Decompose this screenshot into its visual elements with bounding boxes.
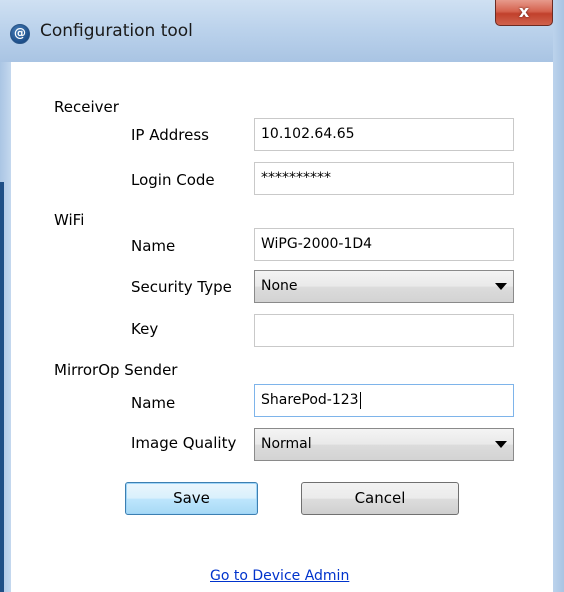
image-quality-value: Normal <box>261 436 312 452</box>
sender-name-value: SharePod-123 <box>261 392 359 408</box>
security-type-select[interactable]: None <box>254 270 514 303</box>
section-wifi-label: WiFi <box>54 211 85 229</box>
frame-shadow <box>0 182 4 592</box>
app-icon: @ <box>10 24 30 44</box>
chevron-down-icon <box>495 283 507 290</box>
login-code-label: Login Code <box>131 171 215 189</box>
device-admin-link[interactable]: Go to Device Admin <box>210 568 349 584</box>
chevron-down-icon <box>495 441 507 448</box>
sender-name-field[interactable]: SharePod-123 <box>254 384 514 417</box>
save-button[interactable]: Save <box>125 482 258 515</box>
window-frame-right <box>553 0 564 592</box>
section-sender-label: MirrorOp Sender <box>54 361 178 379</box>
cancel-button[interactable]: Cancel <box>301 482 459 515</box>
text-caret <box>359 391 361 409</box>
window-frame-left <box>0 62 11 592</box>
login-code-field[interactable]: ********** <box>254 162 514 195</box>
window-title: Configuration tool <box>40 21 193 41</box>
security-type-label: Security Type <box>131 278 232 296</box>
key-label: Key <box>131 320 159 338</box>
sender-name-label: Name <box>131 394 176 412</box>
security-type-value: None <box>261 278 298 294</box>
close-icon: x <box>518 2 530 21</box>
key-field[interactable] <box>254 314 514 347</box>
image-quality-select[interactable]: Normal <box>254 428 514 461</box>
image-quality-label: Image Quality <box>131 434 237 452</box>
wifi-name-label: Name <box>131 237 176 255</box>
title-bar[interactable]: @ Configuration tool <box>0 0 564 62</box>
ip-address-field[interactable]: 10.102.64.65 <box>254 118 514 151</box>
section-receiver-label: Receiver <box>54 98 119 116</box>
close-button[interactable]: x <box>495 0 553 26</box>
ip-address-label: IP Address <box>131 126 209 144</box>
wifi-name-field[interactable]: WiPG-2000-1D4 <box>254 228 514 261</box>
